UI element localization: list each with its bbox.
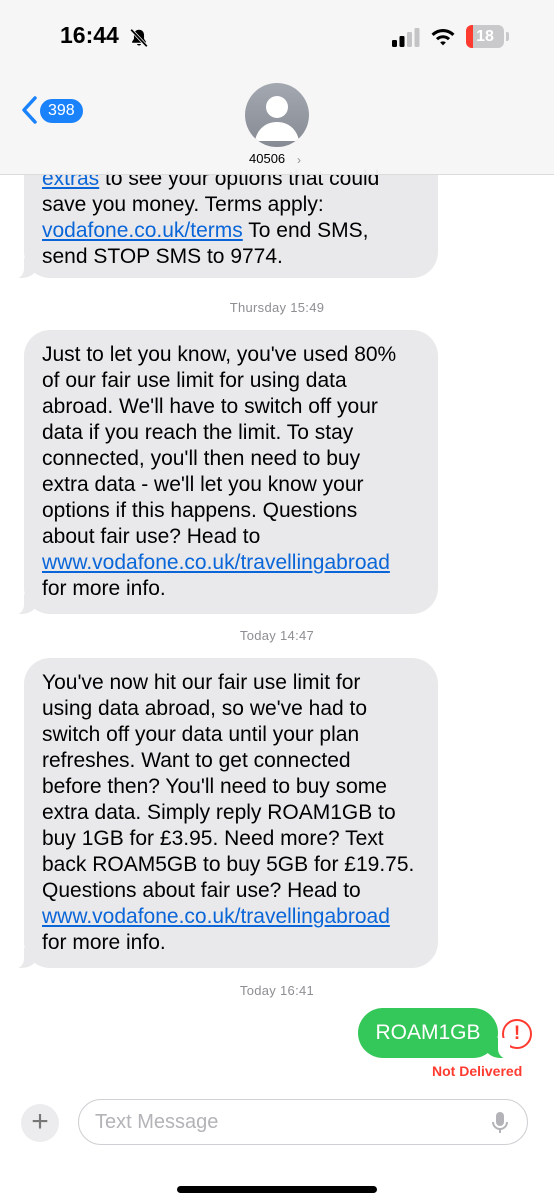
- message-line: You've now hit our fair use limit for: [42, 671, 361, 694]
- message-line: using data abroad, so we've had to: [42, 697, 368, 720]
- message-line: Just to let you know, you've used 80%: [42, 343, 397, 366]
- person-icon: [255, 96, 299, 141]
- message-line: Questions about fair use? Head to: [42, 879, 361, 902]
- message-line: data if you reach the limit. To stay: [42, 421, 354, 444]
- message-line: of our fair use limit for using data: [42, 369, 347, 392]
- outgoing-message[interactable]: ROAM1GB: [358, 1008, 510, 1059]
- message-line: back ROAM5GB to buy 5GB for £19.75.: [42, 853, 415, 876]
- message-line: send STOP SMS to 9774.: [42, 245, 283, 268]
- conversation-header: 16:44 18 398 40506 ›: [0, 0, 554, 175]
- terms-link[interactable]: vodafone.co.uk/terms: [42, 219, 243, 242]
- travelling-abroad-link[interactable]: www.vodafone.co.uk/travellingabroad: [42, 905, 390, 928]
- message-line: connected, you'll then need to buy: [42, 447, 361, 470]
- chevron-right-icon: ›: [297, 153, 301, 167]
- message-line: refreshes. Want to get connected: [42, 749, 351, 772]
- timestamp: Thursday 15:49: [229, 300, 325, 315]
- message-line: about fair use? Head to: [42, 525, 261, 548]
- message-line: www.vodafone.co.uk/travellingabroad: [42, 550, 420, 576]
- back-chevron-icon[interactable]: [20, 95, 38, 125]
- battery-cap: [506, 32, 509, 41]
- microphone-icon[interactable]: [491, 1111, 509, 1135]
- message-line: before then? You'll need to buy some: [42, 775, 387, 798]
- incoming-message[interactable]: Just to let you know, you've used 80% of…: [12, 330, 438, 615]
- unread-count-badge[interactable]: 398: [40, 99, 83, 123]
- battery-icon: 18: [466, 25, 504, 48]
- message-line: abroad. We'll have to switch off your: [42, 395, 378, 418]
- message-input-placeholder: Text Message: [95, 1111, 219, 1133]
- home-indicator: [177, 1186, 377, 1193]
- contact-avatar[interactable]: [245, 83, 309, 147]
- timestamp: Today 14:47: [239, 628, 315, 643]
- message-line: extra data. Simply reply ROAM1GB to: [42, 801, 396, 824]
- message-line: buy 1GB for £3.95. Need more? Text: [42, 827, 384, 850]
- delivery-status: Not Delivered: [432, 1063, 523, 1079]
- status-time: 16:44: [60, 22, 119, 48]
- incoming-message[interactable]: You've now hit our fair use limit for us…: [12, 658, 438, 969]
- battery-percent: 18: [476, 28, 494, 45]
- add-attachment-button[interactable]: +: [21, 1104, 59, 1142]
- message-line: www.vodafone.co.uk/travellingabroad: [42, 904, 420, 930]
- message-line: extra data - we'll let you know your: [42, 473, 364, 496]
- message-thread[interactable]: extras to see your options that could sa…: [0, 0, 554, 1200]
- message-line: options if this happens. Questions: [42, 499, 358, 522]
- message-line: for more info.: [42, 577, 166, 600]
- travelling-abroad-link[interactable]: www.vodafone.co.uk/travellingabroad: [42, 551, 390, 574]
- timestamp: Today 16:41: [239, 983, 315, 998]
- cellular-signal-icon: [392, 28, 420, 47]
- message-line: for more info.: [42, 931, 166, 954]
- wifi-icon: [431, 29, 455, 46]
- message-input[interactable]: Text Message: [78, 1099, 528, 1145]
- message-line: vodafone.co.uk/terms To end SMS,: [42, 218, 420, 244]
- bell-slash-icon: [130, 28, 148, 48]
- message-text: To end SMS,: [248, 219, 369, 242]
- contact-name[interactable]: 40506: [249, 151, 285, 166]
- message-line: save you money. Terms apply:: [42, 193, 324, 216]
- message-line: switch off your data until your plan: [42, 723, 360, 746]
- composer-bar: + Text Message: [0, 1086, 554, 1200]
